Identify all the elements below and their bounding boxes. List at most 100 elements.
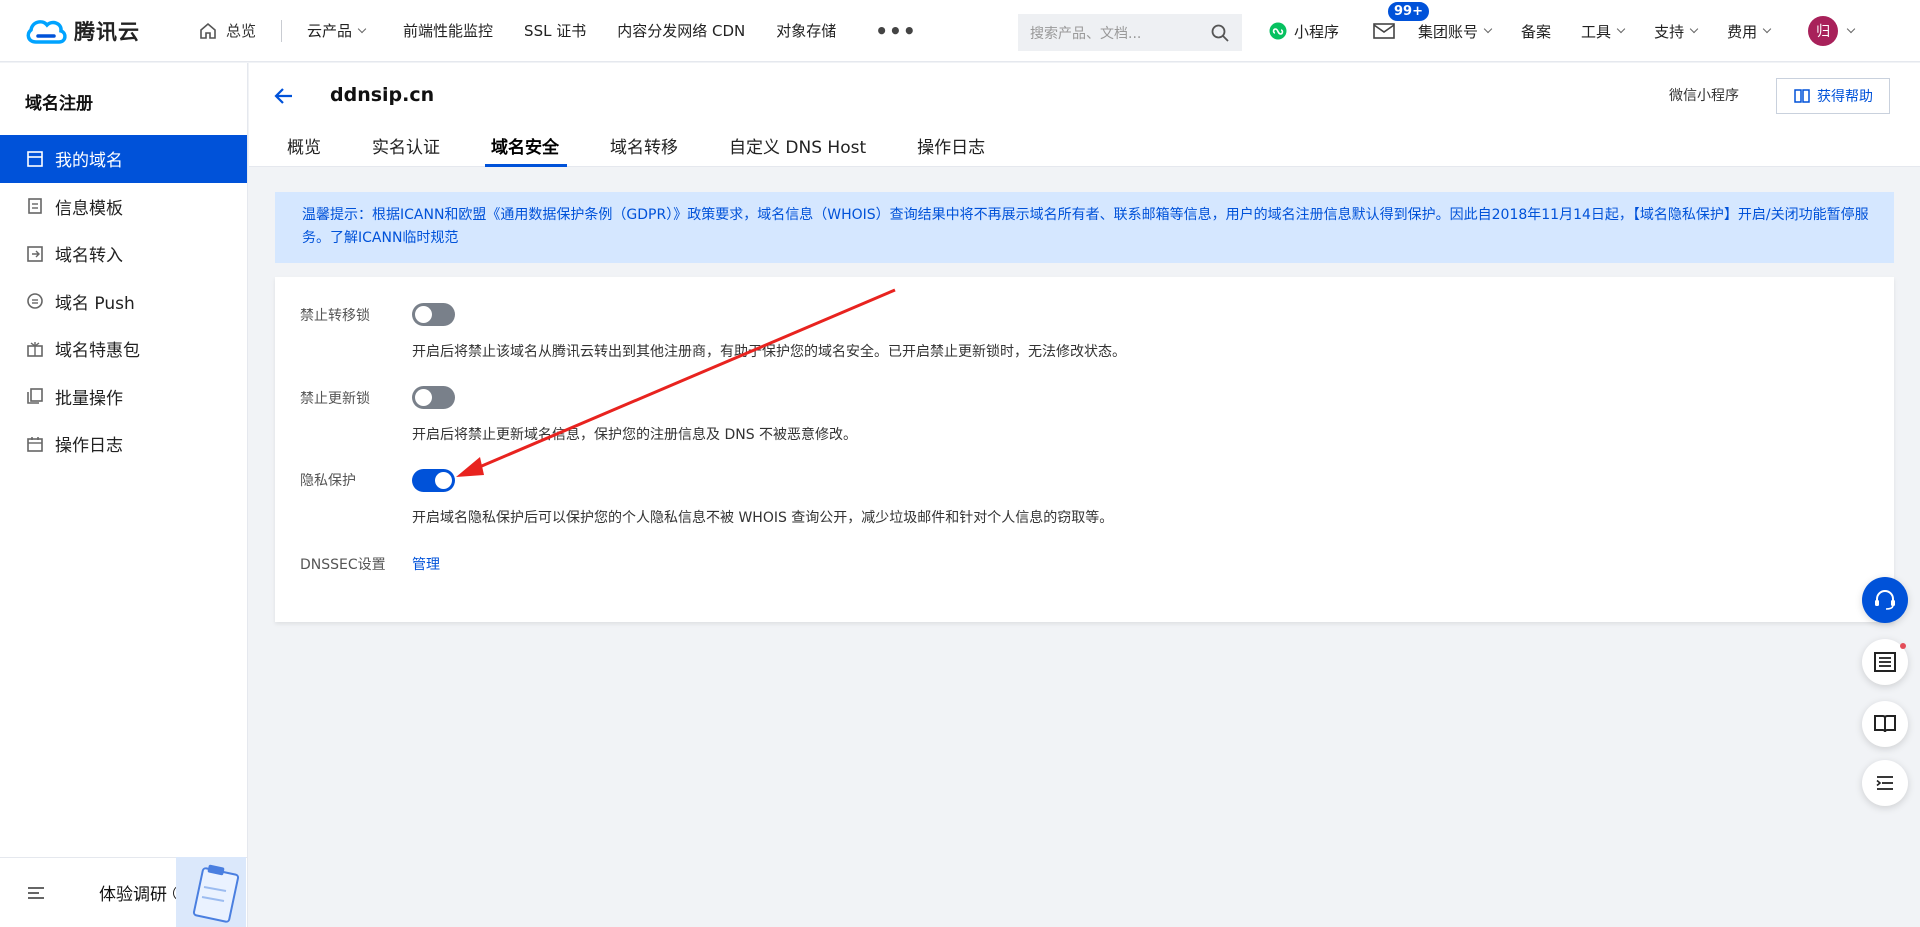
wechat-mini-program-link[interactable]: 微信小程序 [1669, 85, 1739, 105]
sidebar-item-transfer-in[interactable]: 域名转入 [0, 230, 247, 278]
book-icon [1794, 89, 1810, 103]
push-icon [27, 293, 43, 310]
nav-tools[interactable]: 工具 [1581, 21, 1626, 42]
nav-avatar[interactable]: 归 [1808, 16, 1856, 46]
tab-domain-security[interactable]: 域名安全 [485, 133, 567, 167]
headset-icon [1875, 590, 1895, 610]
sidebar-item-label: 域名 Push [55, 293, 135, 314]
notice-text: 温馨提示：根据ICANN和欧盟《通用数据保护条例（GDPR）》政策要求，域名信息… [302, 207, 1869, 246]
back-arrow-icon[interactable] [272, 84, 296, 108]
more-icon[interactable]: ••• [875, 19, 916, 43]
search-placeholder: 搜索产品、文档... [1030, 25, 1142, 42]
batch-icon [27, 388, 43, 405]
nav-divider [281, 19, 283, 42]
sidebar: 域名注册 我的域名 信息模板 域名转入 域名 Push 域名特惠包 批量操作 操… [0, 63, 248, 927]
nav-products-dropdown[interactable]: 云产品 [307, 20, 367, 41]
privacy-protection-label: 隐私保护 [300, 473, 356, 489]
nav-billing[interactable]: 费用 [1727, 21, 1772, 42]
toggle-knob [415, 389, 432, 406]
tab-domain-transfer[interactable]: 域名转移 [610, 133, 678, 167]
tencent-cloud-logo[interactable]: 腾讯云 [24, 16, 144, 46]
sidebar-item-batch[interactable]: 批量操作 [0, 373, 247, 421]
sidebar-item-label: 域名特惠包 [55, 341, 140, 362]
get-help-label: 获得帮助 [1817, 89, 1873, 105]
get-help-button[interactable]: 获得帮助 [1776, 78, 1890, 114]
privacy-protection-description: 开启域名隐私保护后可以保护您的个人隐私信息不被 WHOIS 查询公开，减少垃圾邮… [412, 510, 1114, 526]
dnssec-manage-link[interactable]: 管理 [412, 554, 440, 574]
nav-home[interactable]: 总览 [198, 20, 256, 41]
documentation-button[interactable] [1862, 701, 1908, 747]
annotation-arrow [456, 288, 896, 477]
mini-program-label: 小程序 [1294, 22, 1340, 41]
page-header: ddnsip.cn 微信小程序 获得帮助 概览 实名认证 域名安全 域名转移 自… [249, 63, 1920, 167]
sidebar-item-packages[interactable]: 域名特惠包 [0, 325, 247, 373]
page-title: ddnsip.cn [330, 84, 435, 106]
tools-label: 工具 [1581, 22, 1612, 41]
brand-name: 腾讯云 [74, 19, 140, 44]
calendar-icon [27, 436, 43, 452]
update-lock-label: 禁止更新锁 [300, 391, 370, 407]
chevron-down-icon [1483, 24, 1493, 34]
template-icon [28, 198, 42, 215]
nav-link-rum[interactable]: 前端性能监控 [403, 20, 493, 41]
customer-service-button[interactable] [1862, 577, 1908, 623]
chevron-down-icon [357, 24, 367, 33]
tab-custom-dns-host[interactable]: 自定义 DNS Host [729, 133, 866, 167]
tab-real-name[interactable]: 实名认证 [372, 133, 440, 167]
search-icon[interactable] [1210, 23, 1230, 43]
sidebar-item-label: 域名转入 [55, 246, 123, 267]
group-account-label: 集团账号 [1418, 22, 1479, 41]
sidebar-item-logs[interactable]: 操作日志 [0, 420, 247, 468]
collapse-menu-icon[interactable] [25, 882, 47, 904]
sidebar-footer: 体验调研 ❯ [0, 857, 248, 927]
tab-operation-logs[interactable]: 操作日志 [917, 133, 985, 167]
open-book-icon [1874, 715, 1896, 733]
gdpr-notice-banner: 温馨提示：根据ICANN和欧盟《通用数据保护条例（GDPR）》政策要求，域名信息… [275, 192, 1894, 263]
sidebar-item-label: 批量操作 [55, 388, 123, 409]
tab-bar: 概览 实名认证 域名安全 域名转移 自定义 DNS Host 操作日志 [287, 133, 1036, 167]
billing-label: 费用 [1727, 22, 1758, 41]
dnssec-label: DNSSEC设置 [300, 557, 386, 573]
outline-button[interactable] [1862, 760, 1908, 806]
avatar: 归 [1808, 16, 1839, 46]
chevron-down-icon [1689, 24, 1699, 34]
sidebar-item-my-domains[interactable]: 我的域名 [0, 135, 247, 183]
chevron-down-icon [1616, 24, 1626, 34]
chevron-down-icon [1762, 24, 1772, 34]
nav-products-label: 云产品 [307, 22, 353, 40]
cloud-logo-icon [26, 19, 67, 44]
sidebar-item-label: 信息模板 [55, 198, 123, 219]
nav-group-account[interactable]: 集团账号 [1418, 21, 1493, 42]
icann-spec-link[interactable]: 了解ICANN临时规范 [330, 230, 458, 246]
nav-link-cos[interactable]: 对象存储 [776, 20, 836, 41]
nav-support[interactable]: 支持 [1654, 21, 1699, 42]
support-label: 支持 [1654, 22, 1685, 41]
top-right-nav: 小程序 99+ 集团账号 备案 工具 支持 费用 归 [1268, 0, 1856, 62]
indent-list-icon [1876, 776, 1893, 790]
sidebar-title: 域名注册 [25, 94, 93, 114]
home-icon [200, 22, 216, 39]
nav-link-cdn[interactable]: 内容分发网络 CDN [617, 20, 745, 41]
sidebar-item-label: 操作日志 [55, 436, 123, 457]
transfer-in-icon [27, 245, 43, 262]
sidebar-item-templates[interactable]: 信息模板 [0, 183, 247, 231]
search-input[interactable]: 搜索产品、文档... [1018, 14, 1242, 51]
nav-filing[interactable]: 备案 [1521, 21, 1551, 42]
clipboard-illustration-icon [176, 857, 246, 927]
nav-link-ssl[interactable]: SSL 证书 [524, 20, 586, 41]
sidebar-item-push[interactable]: 域名 Push [0, 278, 247, 326]
mini-program-icon [1269, 22, 1287, 40]
notification-dot [1900, 643, 1906, 649]
nav-home-label: 总览 [226, 22, 257, 40]
nav-mini-program[interactable]: 小程序 [1268, 21, 1339, 42]
mail-count-badge: 99+ [1386, 0, 1431, 23]
list-icon [1874, 652, 1896, 672]
sidebar-item-label: 我的域名 [55, 151, 123, 172]
toggle-knob [415, 306, 432, 323]
task-list-button[interactable] [1862, 639, 1908, 685]
transfer-lock-label: 禁止转移锁 [300, 308, 370, 324]
feedback-label: 体验调研 [99, 885, 167, 905]
domain-icon [27, 150, 43, 167]
nav-mail[interactable]: 99+ [1373, 0, 1431, 40]
tab-overview[interactable]: 概览 [287, 133, 321, 167]
